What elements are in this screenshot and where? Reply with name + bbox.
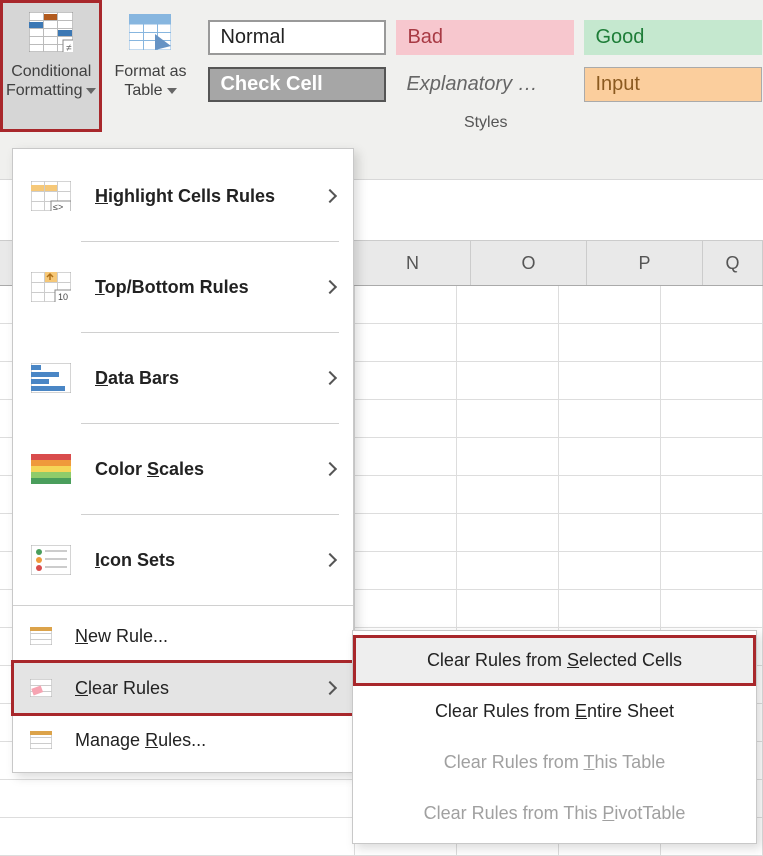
col-header-o[interactable]: O: [471, 241, 587, 285]
styles-group-label: Styles: [208, 114, 763, 132]
menu-clear-rules[interactable]: Clear Rules: [13, 662, 353, 714]
style-input[interactable]: Input: [584, 67, 762, 102]
menu-label: Icon Sets: [95, 550, 325, 571]
submenu-clear-entire-sheet[interactable]: Clear Rules from Entire Sheet: [353, 686, 756, 737]
menu-label: Manage Rules...: [75, 730, 335, 751]
conditional-formatting-menu: ≤> Highlight Cells Rules 10 Top/Bottom R…: [12, 148, 354, 773]
conditional-formatting-icon: ≠: [27, 8, 75, 56]
conditional-formatting-button[interactable]: ≠ Conditional Formatting: [0, 0, 102, 132]
submenu-label: Clear Rules from Entire Sheet: [435, 701, 674, 722]
menu-color-scales[interactable]: Color Scales: [13, 428, 353, 510]
icon-sets-icon: [29, 543, 73, 577]
style-explanatory[interactable]: Explanatory …: [396, 67, 574, 102]
chevron-right-icon: [323, 371, 337, 385]
submenu-label: Clear Rules from Selected Cells: [427, 650, 682, 671]
col-header-n[interactable]: N: [355, 241, 471, 285]
submenu-label: Clear Rules from This Table: [444, 752, 665, 773]
format-as-table-icon: [126, 8, 174, 56]
menu-icon-sets[interactable]: Icon Sets: [13, 519, 353, 601]
cell-styles-gallery[interactable]: Normal Bad Good Check Cell Explanatory ……: [198, 0, 763, 132]
submenu-clear-this-pivot: Clear Rules from This PivotTable: [353, 788, 756, 839]
menu-label: Top/Bottom Rules: [95, 277, 325, 298]
menu-label: Color Scales: [95, 459, 325, 480]
data-bars-icon: [29, 361, 73, 395]
svg-text:≠: ≠: [66, 43, 72, 52]
menu-highlight-cells-rules[interactable]: ≤> Highlight Cells Rules: [13, 155, 353, 237]
format-as-table-button[interactable]: Format as Table: [102, 0, 198, 132]
chevron-right-icon: [323, 462, 337, 476]
menu-label: New Rule...: [75, 626, 335, 647]
style-bad[interactable]: Bad: [396, 20, 574, 55]
col-header-p[interactable]: P: [587, 241, 703, 285]
top-bottom-rules-icon: 10: [29, 270, 73, 304]
style-check-cell[interactable]: Check Cell: [208, 67, 386, 102]
menu-new-rule[interactable]: New Rule...: [13, 610, 353, 662]
svg-text:≤>: ≤>: [53, 202, 63, 211]
chevron-right-icon: [323, 280, 337, 294]
menu-label: Highlight Cells Rules: [95, 186, 325, 207]
menu-data-bars[interactable]: Data Bars: [13, 337, 353, 419]
submenu-clear-this-table: Clear Rules from This Table: [353, 737, 756, 788]
ribbon-label: Conditional Formatting: [6, 62, 96, 100]
submenu-label: Clear Rules from This PivotTable: [424, 803, 686, 824]
clear-rules-submenu: Clear Rules from Selected Cells Clear Ru…: [352, 630, 757, 844]
color-scales-icon: [29, 452, 73, 486]
menu-label: Clear Rules: [75, 678, 325, 699]
style-normal[interactable]: Normal: [208, 20, 386, 55]
submenu-clear-selected-cells[interactable]: Clear Rules from Selected Cells: [353, 635, 756, 686]
svg-text:10: 10: [58, 292, 68, 302]
ribbon-label: Format as Table: [114, 62, 186, 100]
chevron-right-icon: [323, 553, 337, 567]
new-rule-icon: [29, 619, 53, 653]
manage-rules-icon: [29, 723, 53, 757]
chevron-right-icon: [323, 681, 337, 695]
menu-manage-rules[interactable]: Manage Rules...: [13, 714, 353, 766]
col-header-q[interactable]: Q: [703, 241, 763, 285]
highlight-rules-icon: ≤>: [29, 179, 73, 213]
menu-label: Data Bars: [95, 368, 325, 389]
chevron-right-icon: [323, 189, 337, 203]
menu-top-bottom-rules[interactable]: 10 Top/Bottom Rules: [13, 246, 353, 328]
clear-rules-icon: [29, 671, 53, 705]
style-good[interactable]: Good: [584, 20, 762, 55]
